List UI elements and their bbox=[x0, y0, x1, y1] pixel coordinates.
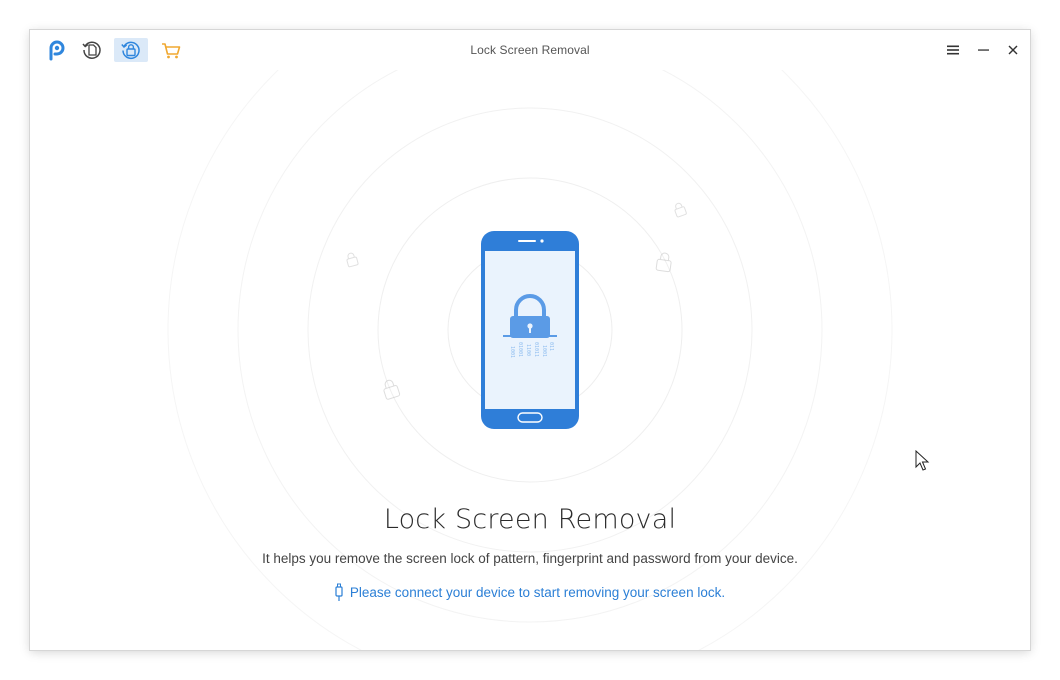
svg-text:1100: 1100 bbox=[525, 344, 531, 356]
phone-lock-icon: 1001 01001 1100 01011 1001 011 bbox=[481, 231, 579, 429]
close-button[interactable] bbox=[1002, 40, 1024, 60]
app-window: Lock Screen Removal 1001 01001 1100 0101… bbox=[30, 30, 1030, 650]
title-bar: Lock Screen Removal bbox=[30, 30, 1030, 70]
page-heading: Lock Screen Removal bbox=[383, 504, 677, 535]
connect-device-prompt: Please connect your device to start remo… bbox=[30, 583, 1030, 601]
main-content: 1001 01001 1100 01011 1001 011 Lock Scre… bbox=[30, 70, 1030, 650]
minimize-button[interactable] bbox=[972, 40, 994, 60]
window-title: Lock Screen Removal bbox=[470, 43, 590, 57]
close-icon bbox=[1008, 45, 1018, 55]
svg-text:1001: 1001 bbox=[509, 346, 515, 358]
svg-text:1001: 1001 bbox=[541, 345, 547, 357]
floating-lock-icon bbox=[346, 252, 359, 268]
mouse-cursor-icon bbox=[915, 450, 930, 471]
menu-button[interactable] bbox=[942, 40, 964, 60]
hamburger-menu-icon bbox=[947, 45, 959, 55]
floating-lock-icon bbox=[383, 379, 401, 400]
floating-lock-icon bbox=[655, 252, 672, 273]
svg-text:01011: 01011 bbox=[533, 342, 539, 357]
svg-text:01001: 01001 bbox=[517, 342, 523, 357]
svg-text:011: 011 bbox=[548, 342, 554, 351]
usb-cable-icon bbox=[335, 583, 343, 601]
floating-lock-icon bbox=[674, 202, 687, 218]
minimize-icon bbox=[977, 49, 989, 51]
feature-description: It helps you remove the screen lock of p… bbox=[262, 551, 798, 566]
connect-device-text: Please connect your device to start remo… bbox=[349, 584, 726, 600]
